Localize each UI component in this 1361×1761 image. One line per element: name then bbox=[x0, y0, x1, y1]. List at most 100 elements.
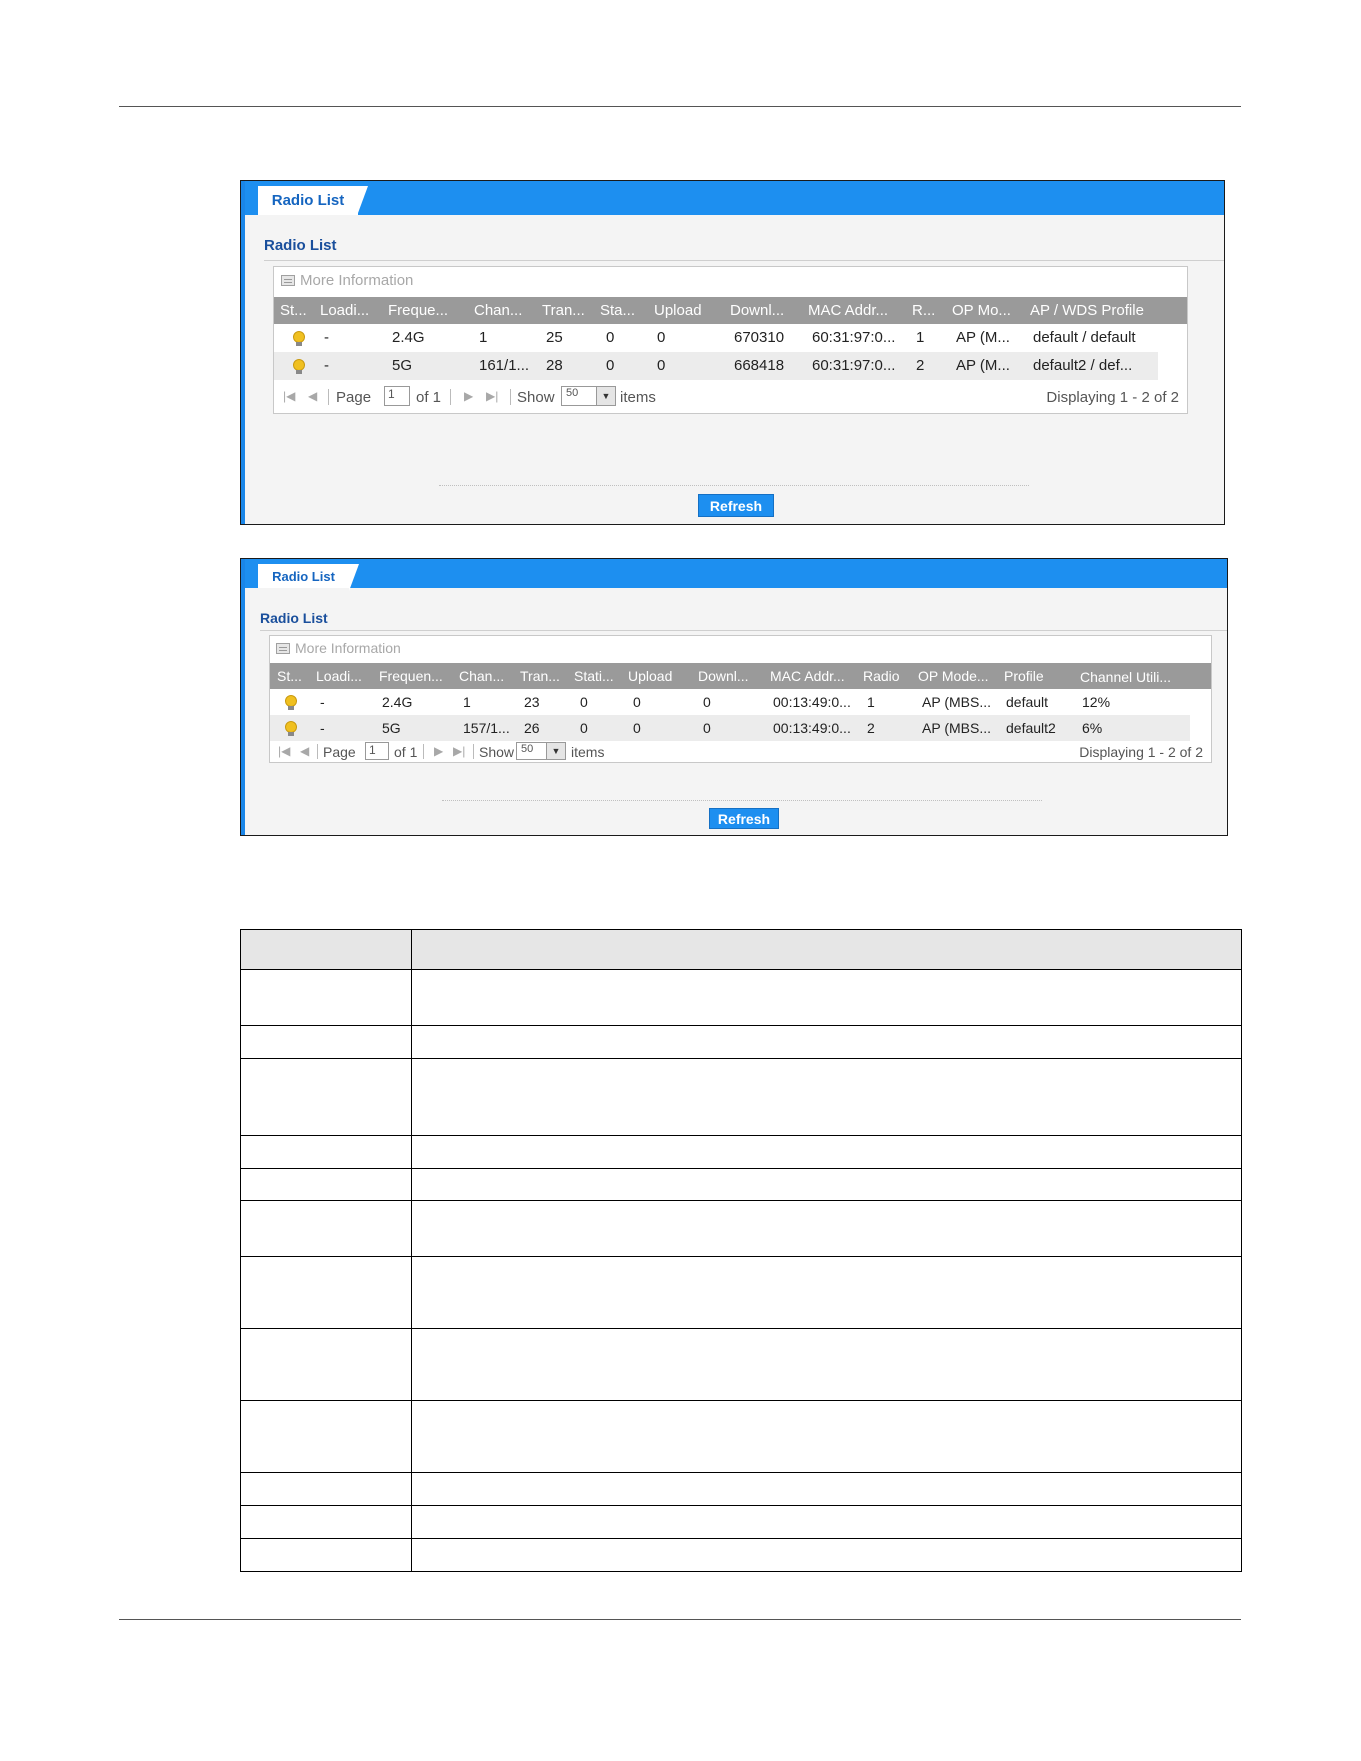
page-label: Page bbox=[336, 389, 372, 406]
col-upload[interactable]: Upload bbox=[654, 302, 702, 319]
cell-op-mode: AP (MBS... bbox=[922, 720, 991, 736]
table-row[interactable]: - 2.4G 1 25 0 0 670310 60:31:97:0... 1 A… bbox=[274, 324, 1158, 352]
cell-loading: - bbox=[324, 329, 329, 346]
more-information-label: More Information bbox=[295, 640, 401, 656]
chevron-down-icon[interactable]: ▼ bbox=[596, 387, 615, 405]
col-stations[interactable]: Stati... bbox=[574, 668, 614, 684]
col-radio[interactable]: R... bbox=[912, 302, 935, 319]
section-title: Radio List bbox=[260, 610, 328, 626]
page-size-select[interactable]: 50 ▼ bbox=[561, 386, 616, 406]
cell-frequency: 5G bbox=[382, 720, 401, 736]
col-loading[interactable]: Loadi... bbox=[320, 302, 369, 319]
col-tx-power[interactable]: Tran... bbox=[520, 668, 560, 684]
cell-download: 670310 bbox=[734, 329, 785, 346]
cell-channel: 161/1... bbox=[479, 357, 530, 374]
grid-header: St... Loadi... Frequen... Chan... Tran..… bbox=[270, 663, 1211, 689]
more-information-link[interactable]: More Information bbox=[276, 640, 401, 656]
first-page-icon[interactable]: |◀ bbox=[278, 744, 290, 758]
tab-strip: Radio List bbox=[245, 181, 1224, 215]
cell-channel: 157/1... bbox=[463, 720, 510, 736]
pager-divider bbox=[450, 389, 451, 405]
cell-op-mode: AP (M... bbox=[956, 329, 1010, 346]
last-page-icon[interactable]: ▶| bbox=[453, 744, 465, 758]
page-size-select[interactable]: 50 ▼ bbox=[516, 742, 566, 760]
page-size-value: 50 bbox=[566, 387, 579, 399]
cell-mac-address: 00:13:49:0... bbox=[773, 720, 851, 736]
col-op-mode[interactable]: OP Mo... bbox=[952, 302, 1011, 319]
cell-channel: 1 bbox=[463, 694, 471, 710]
cell-tx-power: 28 bbox=[546, 357, 563, 374]
chevron-down-icon[interactable]: ▼ bbox=[546, 743, 565, 759]
page-count-label: of 1 bbox=[416, 389, 442, 406]
page-bottom-rule bbox=[119, 1619, 1241, 1620]
panel-left-bar bbox=[241, 559, 245, 835]
col-tx-power[interactable]: Tran... bbox=[542, 302, 585, 319]
cell-stations: 0 bbox=[580, 694, 588, 710]
table-row[interactable]: - 2.4G 1 23 0 0 0 00:13:49:0... 1 AP (MB… bbox=[270, 689, 1190, 715]
table-row[interactable]: - 5G 161/1... 28 0 0 668418 60:31:97:0..… bbox=[274, 352, 1158, 380]
pagination-bar: |◀ ◀ Page 1 of 1 ▶ ▶| Show 50 ▼ items Di… bbox=[270, 740, 1211, 764]
col-stations[interactable]: Sta... bbox=[600, 302, 635, 319]
prev-page-icon[interactable]: ◀ bbox=[300, 744, 309, 758]
col-loading[interactable]: Loadi... bbox=[316, 668, 362, 684]
col-channel[interactable]: Chan... bbox=[459, 668, 504, 684]
page-number-input[interactable]: 1 bbox=[384, 386, 410, 406]
table-row bbox=[241, 1401, 1241, 1473]
refresh-button[interactable]: Refresh bbox=[709, 808, 779, 829]
footer-divider bbox=[442, 800, 1042, 801]
cell-radio: 2 bbox=[867, 720, 875, 736]
col-frequency[interactable]: Freque... bbox=[388, 302, 448, 319]
lightbulb-icon bbox=[293, 359, 305, 374]
col-channel[interactable]: Chan... bbox=[474, 302, 522, 319]
refresh-button[interactable]: Refresh bbox=[698, 494, 774, 517]
items-label: items bbox=[571, 744, 605, 760]
table-row[interactable]: - 5G 157/1... 26 0 0 0 00:13:49:0... 2 A… bbox=[270, 715, 1190, 741]
table-row bbox=[241, 1257, 1241, 1329]
lightbulb-icon bbox=[293, 331, 305, 346]
first-page-icon[interactable]: |◀ bbox=[283, 389, 295, 403]
next-page-icon[interactable]: ▶ bbox=[434, 744, 443, 758]
page-count-label: of 1 bbox=[394, 744, 418, 760]
col-frequency[interactable]: Frequen... bbox=[379, 668, 443, 684]
cell-frequency: 2.4G bbox=[382, 694, 413, 710]
lightbulb-icon bbox=[285, 721, 297, 736]
last-page-icon[interactable]: ▶| bbox=[486, 389, 498, 403]
cell-radio: 2 bbox=[916, 357, 925, 374]
table-row bbox=[241, 1329, 1241, 1401]
col-mac-address[interactable]: MAC Addr... bbox=[808, 302, 888, 319]
col-download[interactable]: Downl... bbox=[698, 668, 749, 684]
col-status[interactable]: St... bbox=[277, 668, 302, 684]
more-information-link[interactable]: More Information bbox=[281, 272, 413, 289]
col-ap-wds-profile[interactable]: AP / WDS Profile bbox=[1030, 302, 1144, 319]
page-number-input[interactable]: 1 bbox=[365, 742, 389, 760]
col-upload[interactable]: Upload bbox=[628, 668, 672, 684]
tab-radio-list[interactable]: Radio List bbox=[258, 186, 368, 215]
col-radio[interactable]: Radio bbox=[863, 668, 900, 684]
col-status[interactable]: St... bbox=[280, 302, 307, 319]
table-row bbox=[241, 1506, 1241, 1539]
cell-upload: 0 bbox=[633, 694, 641, 710]
cell-frequency: 5G bbox=[392, 357, 413, 374]
col-op-mode[interactable]: OP Mode... bbox=[918, 668, 989, 684]
list-icon bbox=[281, 275, 295, 286]
pager-divider bbox=[473, 744, 474, 759]
tab-radio-list[interactable]: Radio List bbox=[258, 564, 359, 591]
col-profile[interactable]: Profile bbox=[1004, 668, 1044, 684]
table-row bbox=[241, 1059, 1241, 1136]
cell-radio: 1 bbox=[867, 694, 875, 710]
col-mac-address[interactable]: MAC Addr... bbox=[770, 668, 845, 684]
col-download[interactable]: Downl... bbox=[730, 302, 784, 319]
prev-page-icon[interactable]: ◀ bbox=[308, 389, 317, 403]
cell-upload: 0 bbox=[657, 357, 666, 374]
cell-mac-address: 60:31:97:0... bbox=[812, 357, 896, 374]
cell-channel-utilization: 6% bbox=[1082, 720, 1103, 736]
description-table-header bbox=[241, 930, 1241, 970]
col-channel-utilization[interactable]: Channel Utili... bbox=[1080, 669, 1171, 685]
next-page-icon[interactable]: ▶ bbox=[464, 389, 473, 403]
radio-list-grid: More Information St... Loadi... Frequen.… bbox=[269, 635, 1212, 763]
grid-header: St... Loadi... Freque... Chan... Tran...… bbox=[274, 297, 1187, 324]
table-row bbox=[241, 1539, 1241, 1571]
table-row bbox=[241, 970, 1241, 1026]
cell-channel-utilization: 12% bbox=[1082, 694, 1111, 710]
pager-divider bbox=[317, 744, 318, 759]
